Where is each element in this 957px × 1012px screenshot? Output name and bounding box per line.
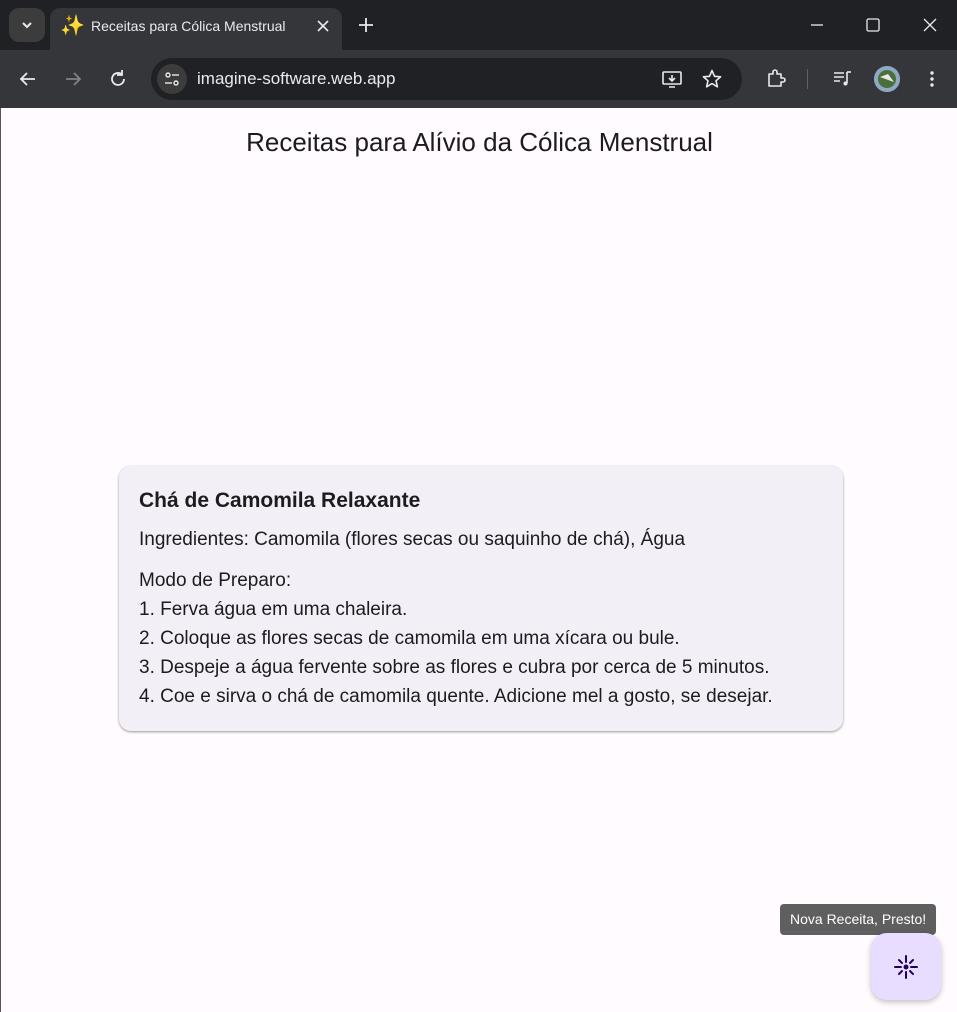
recipe-preparation: Modo de Preparo: 1. Ferva água em uma ch… — [139, 566, 823, 711]
tune-icon — [165, 72, 179, 86]
address-bar[interactable]: imagine-software.web.app — [151, 58, 742, 100]
bookmark-star-icon[interactable] — [701, 68, 723, 90]
avatar-image-icon — [874, 66, 900, 92]
tab-search-button[interactable] — [9, 8, 45, 42]
toolbar-divider — [807, 69, 808, 89]
browser-tab[interactable]: ✨ Receitas para Cólica Menstrual — [50, 8, 342, 50]
extensions-puzzle-icon[interactable] — [765, 68, 787, 90]
close-window-icon[interactable] — [919, 14, 941, 36]
preparation-header: Modo de Preparo: — [139, 570, 292, 591]
recipe-title: Chá de Camomila Relaxante — [139, 489, 421, 512]
back-arrow-icon[interactable] — [17, 68, 39, 90]
preparation-step: 1. Ferva água em uma chaleira. — [139, 599, 408, 620]
profile-avatar[interactable] — [874, 66, 900, 92]
install-app-icon[interactable] — [661, 68, 683, 90]
media-queue-icon[interactable] — [832, 68, 854, 90]
page-content: Receitas para Alívio da Cólica Menstrual… — [0, 108, 957, 1012]
page-title: Receitas para Alívio da Cólica Menstrual — [246, 127, 713, 157]
reload-icon[interactable] — [107, 68, 129, 90]
recipe-ingredients: Ingredientes: Camomila (flores secas ou … — [139, 529, 686, 550]
maximize-icon[interactable] — [862, 14, 884, 36]
preparation-step: 3. Despeje a água fervente sobre as flor… — [139, 657, 770, 678]
sparkles-icon: ✨ — [60, 15, 85, 37]
new-recipe-fab[interactable] — [871, 933, 941, 1000]
fab-tooltip: Nova Receita, Presto! — [780, 904, 937, 935]
close-tab-icon[interactable] — [314, 17, 332, 35]
recipe-card: Chá de Camomila Relaxante Ingredientes: … — [119, 466, 843, 731]
preparation-step: 4. Coe e sirva o chá de camomila quente.… — [139, 686, 773, 707]
forward-arrow-icon[interactable] — [62, 68, 84, 90]
chevron-down-icon — [22, 22, 32, 29]
site-info-button[interactable] — [157, 64, 187, 94]
more-menu-icon[interactable] — [921, 68, 943, 90]
sparkle-burst-icon — [894, 954, 918, 979]
preparation-step: 2. Coloque as flores secas de camomila e… — [139, 628, 680, 649]
minimize-icon[interactable] — [806, 14, 828, 36]
url-text[interactable]: imagine-software.web.app — [197, 69, 395, 89]
tab-strip: ✨ Receitas para Cólica Menstrual — [0, 0, 957, 50]
tab-title: Receitas para Cólica Menstrual — [91, 18, 286, 34]
browser-toolbar: imagine-software.web.app — [0, 50, 957, 108]
new-tab-icon[interactable] — [356, 15, 376, 35]
